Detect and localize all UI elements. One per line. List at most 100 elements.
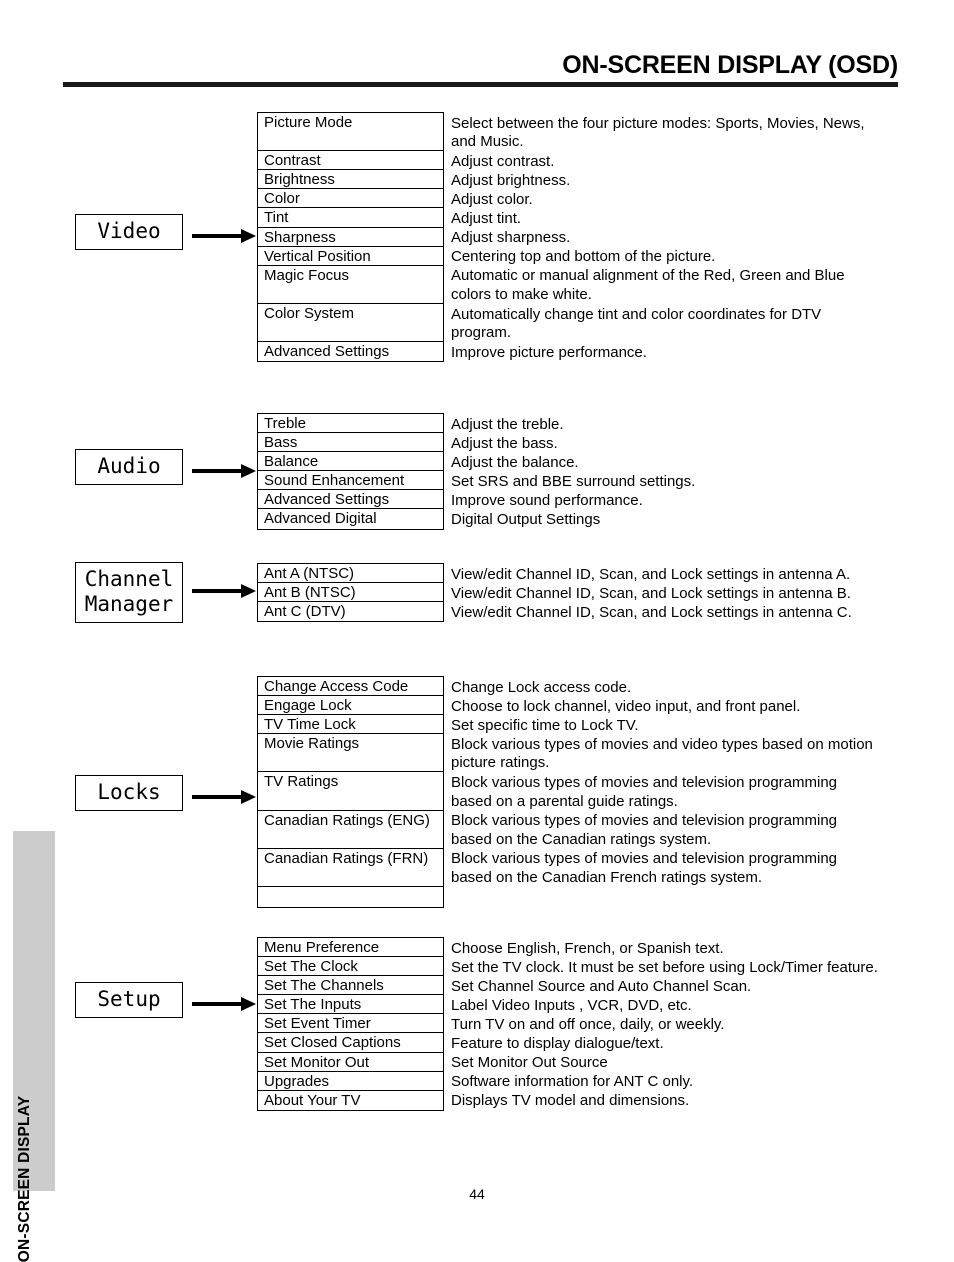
menu-item-label: Color System xyxy=(264,304,355,322)
arrow-icon xyxy=(192,790,256,804)
menu-item-row[interactable]: Change Access Code xyxy=(258,677,443,697)
menu-item-row[interactable]: Ant B (NTSC) xyxy=(258,583,443,603)
menu-description-column-setup: Choose English, French, or Spanish text.… xyxy=(451,939,944,1111)
menu-item-row[interactable]: Ant A (NTSC) xyxy=(258,564,443,584)
menu-item-description: Block various types of movies and televi… xyxy=(451,774,838,810)
menu-item-label: Ant A (NTSC) xyxy=(264,565,355,582)
chapter-side-tab: ON-SCREEN DISPLAY xyxy=(13,831,55,1262)
menu-item-row[interactable]: Picture Mode xyxy=(258,113,443,152)
menu-item-label: Sound Enhancement xyxy=(264,472,405,490)
arrow-icon xyxy=(192,229,256,243)
menu-item-description: Adjust tint. xyxy=(451,210,522,228)
menu-category-channel-manager[interactable]: Channel Manager xyxy=(75,562,183,623)
menu-item-row[interactable]: Sound Enhancement xyxy=(258,471,443,491)
menu-item-table-locks: Change Access Code Engage Lock TV Time Loc… xyxy=(257,676,444,909)
menu-item-row[interactable]: Tint xyxy=(258,208,443,228)
menu-item-description: Choose English, French, or Spanish text. xyxy=(451,939,724,957)
menu-item-row[interactable]: Engage Lock xyxy=(258,696,443,716)
page-title: ON-SCREEN DISPLAY (OSD) xyxy=(562,51,898,79)
menu-item-label: Color xyxy=(264,190,300,208)
menu-item-label: Advanced Settings xyxy=(264,491,390,509)
menu-category-setup[interactable]: Setup xyxy=(75,982,183,1018)
arrow-shaft xyxy=(192,589,242,593)
menu-item-row[interactable]: Set The Inputs xyxy=(258,995,443,1015)
menu-item-row[interactable]: TV Ratings xyxy=(258,772,443,811)
menu-item-description: Block various types of movies and televi… xyxy=(451,812,838,848)
menu-item-row[interactable]: Menu Preference xyxy=(258,938,443,958)
menu-item-description: View/edit Channel ID, Scan, and Lock set… xyxy=(451,584,851,602)
menu-item-row[interactable]: Brightness xyxy=(258,170,443,190)
menu-item-row[interactable]: Set The Channels xyxy=(258,976,443,996)
menu-item-description: Improve picture performance. xyxy=(451,343,647,361)
menu-item-description: Change Lock access code. xyxy=(451,678,632,696)
menu-item-label: TV Ratings xyxy=(264,773,339,791)
menu-item-label: Magic Focus xyxy=(264,266,350,284)
menu-item-description: Choose to lock channel, video input, and… xyxy=(451,697,801,715)
arrow-shaft xyxy=(192,795,242,799)
menu-item-description: Set SRS and BBE surround settings. xyxy=(451,472,696,490)
menu-item-label: Canadian Ratings (ENG) xyxy=(264,811,430,829)
menu-item-description: Adjust the bass. xyxy=(451,434,558,452)
menu-category-locks[interactable]: Locks xyxy=(75,775,183,811)
menu-item-row[interactable]: Sharpness xyxy=(258,228,443,247)
menu-category-audio[interactable]: Audio xyxy=(75,449,183,485)
menu-item-label: Movie Ratings xyxy=(264,735,360,753)
menu-item-row[interactable]: Advanced Settings xyxy=(258,490,443,510)
menu-item-description: Digital Output Settings xyxy=(451,511,601,529)
menu-item-row[interactable]: Set Closed Captions xyxy=(258,1033,443,1053)
menu-item-description: Set specific time to Lock TV. xyxy=(451,716,639,734)
menu-item-label: Change Access Code xyxy=(264,678,409,695)
menu-item-row[interactable]: Set Event Timer xyxy=(258,1014,443,1034)
menu-item-row[interactable]: Set The Clock xyxy=(258,957,443,977)
menu-item-label: Set Closed Captions xyxy=(264,1034,401,1052)
menu-item-row[interactable]: About Your TV xyxy=(258,1091,443,1110)
menu-item-label: Set Monitor Out xyxy=(264,1053,370,1071)
menu-description-column-audio: Adjust the treble. Adjust the bass. Adjust… xyxy=(451,415,944,530)
menu-item-row[interactable]: Advanced Digital xyxy=(258,509,443,528)
menu-item-table-channel-manager: Ant A (NTSC) Ant B (NTSC) Ant C (DTV) xyxy=(257,563,444,623)
arrow-icon xyxy=(192,997,256,1011)
menu-item-row[interactable]: Vertical Position xyxy=(258,247,443,266)
menu-item-row[interactable]: Set Monitor Out xyxy=(258,1053,443,1072)
menu-item-label: Balance xyxy=(264,453,319,471)
menu-category-label-line: Channel xyxy=(84,567,174,591)
menu-item-row[interactable]: Advanced Settings xyxy=(258,342,443,361)
menu-item-row[interactable]: Ant C (DTV) xyxy=(258,602,443,621)
menu-item-row[interactable]: Movie Ratings xyxy=(258,734,443,773)
menu-item-description: Automatic or manual alignment of the Red… xyxy=(451,267,845,303)
menu-item-description: Automatically change tint and color coor… xyxy=(451,305,822,342)
menu-item-description: Improve sound performance. xyxy=(451,491,643,509)
menu-item-row[interactable]: Balance xyxy=(258,452,443,472)
menu-description-column-channel-manager: View/edit Channel ID, Scan, and Lock set… xyxy=(451,565,944,622)
menu-item-table-video: Picture Mode Contrast Brightness Color Tint S… xyxy=(257,112,444,363)
menu-item-row[interactable]: Color xyxy=(258,189,443,209)
menu-item-row[interactable]: Magic Focus xyxy=(258,266,443,304)
menu-item-row[interactable]: Contrast xyxy=(258,151,443,171)
menu-item-row[interactable]: Color System xyxy=(258,304,443,343)
menu-item-description: Turn TV on and off once, daily, or weekl… xyxy=(451,1015,725,1033)
arrow-head xyxy=(241,790,256,804)
menu-item-label: Vertical Position xyxy=(264,247,371,265)
menu-item-label: Tint xyxy=(264,209,289,227)
menu-item-row[interactable]: Canadian Ratings (FRN) xyxy=(258,849,443,888)
arrow-icon xyxy=(192,584,256,598)
arrow-shaft xyxy=(192,234,242,238)
menu-item-label: Bass xyxy=(264,434,298,452)
menu-item-row-spacer xyxy=(258,887,443,907)
menu-item-row[interactable]: TV Time Lock xyxy=(258,715,443,735)
menu-item-description: View/edit Channel ID, Scan, and Lock set… xyxy=(451,565,851,583)
menu-item-label: Canadian Ratings (FRN) xyxy=(264,849,429,867)
menu-item-row[interactable]: Upgrades xyxy=(258,1072,443,1091)
arrow-head xyxy=(241,997,256,1011)
menu-item-description: Adjust brightness. xyxy=(451,171,571,189)
menu-category-label-line: Locks xyxy=(97,780,161,804)
menu-item-table-setup: Menu Preference Set The Clock Set The Chan… xyxy=(257,937,444,1111)
menu-item-label: Menu Preference xyxy=(264,939,380,956)
menu-item-label: Advanced Settings xyxy=(264,343,390,361)
menu-item-description: Adjust sharpness. xyxy=(451,229,571,247)
menu-item-description: Label Video Inputs , VCR, DVD, etc. xyxy=(451,996,692,1014)
menu-item-row[interactable]: Canadian Ratings (ENG) xyxy=(258,811,443,849)
menu-item-row[interactable]: Treble xyxy=(258,414,443,434)
menu-item-row[interactable]: Bass xyxy=(258,433,443,453)
menu-category-video[interactable]: Video xyxy=(75,214,183,250)
